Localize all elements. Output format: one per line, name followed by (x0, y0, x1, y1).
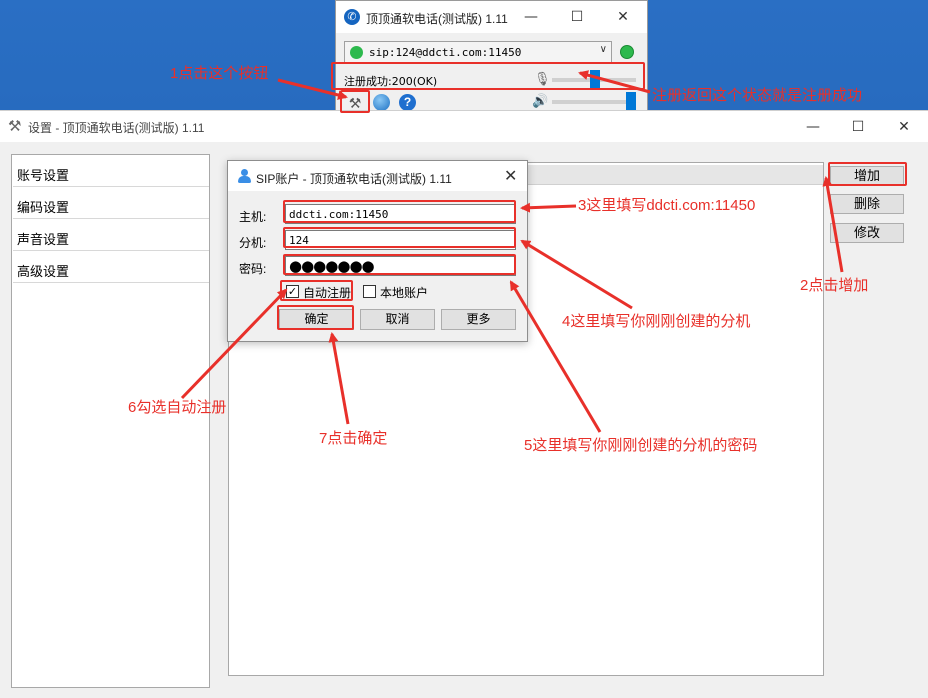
annotation-step6: 6勾选自动注册 (128, 399, 227, 416)
annotation-status: 注册返回这个状态就是注册成功 (652, 87, 863, 104)
arrow-step2 (822, 176, 844, 273)
arrow-step3 (520, 202, 577, 213)
arrow-step7 (328, 332, 350, 425)
annotation-step7: 7点击确定 (319, 430, 388, 447)
annotation-step1: 1点击这个按钮 (170, 65, 269, 82)
annotation-step3: 3这里填写ddcti.com:11450 (578, 197, 756, 214)
arrow-step1 (277, 78, 348, 100)
arrow-status (578, 70, 651, 94)
arrow-step4 (520, 239, 633, 310)
arrow-step5 (509, 280, 602, 433)
annotation-step4: 4这里填写你刚刚创建的分机 (562, 313, 751, 330)
annotation-step2: 2点击增加 (800, 277, 869, 294)
arrow-step6 (180, 288, 288, 400)
annotation-step5: 5这里填写你刚刚创建的分机的密码 (524, 437, 758, 454)
